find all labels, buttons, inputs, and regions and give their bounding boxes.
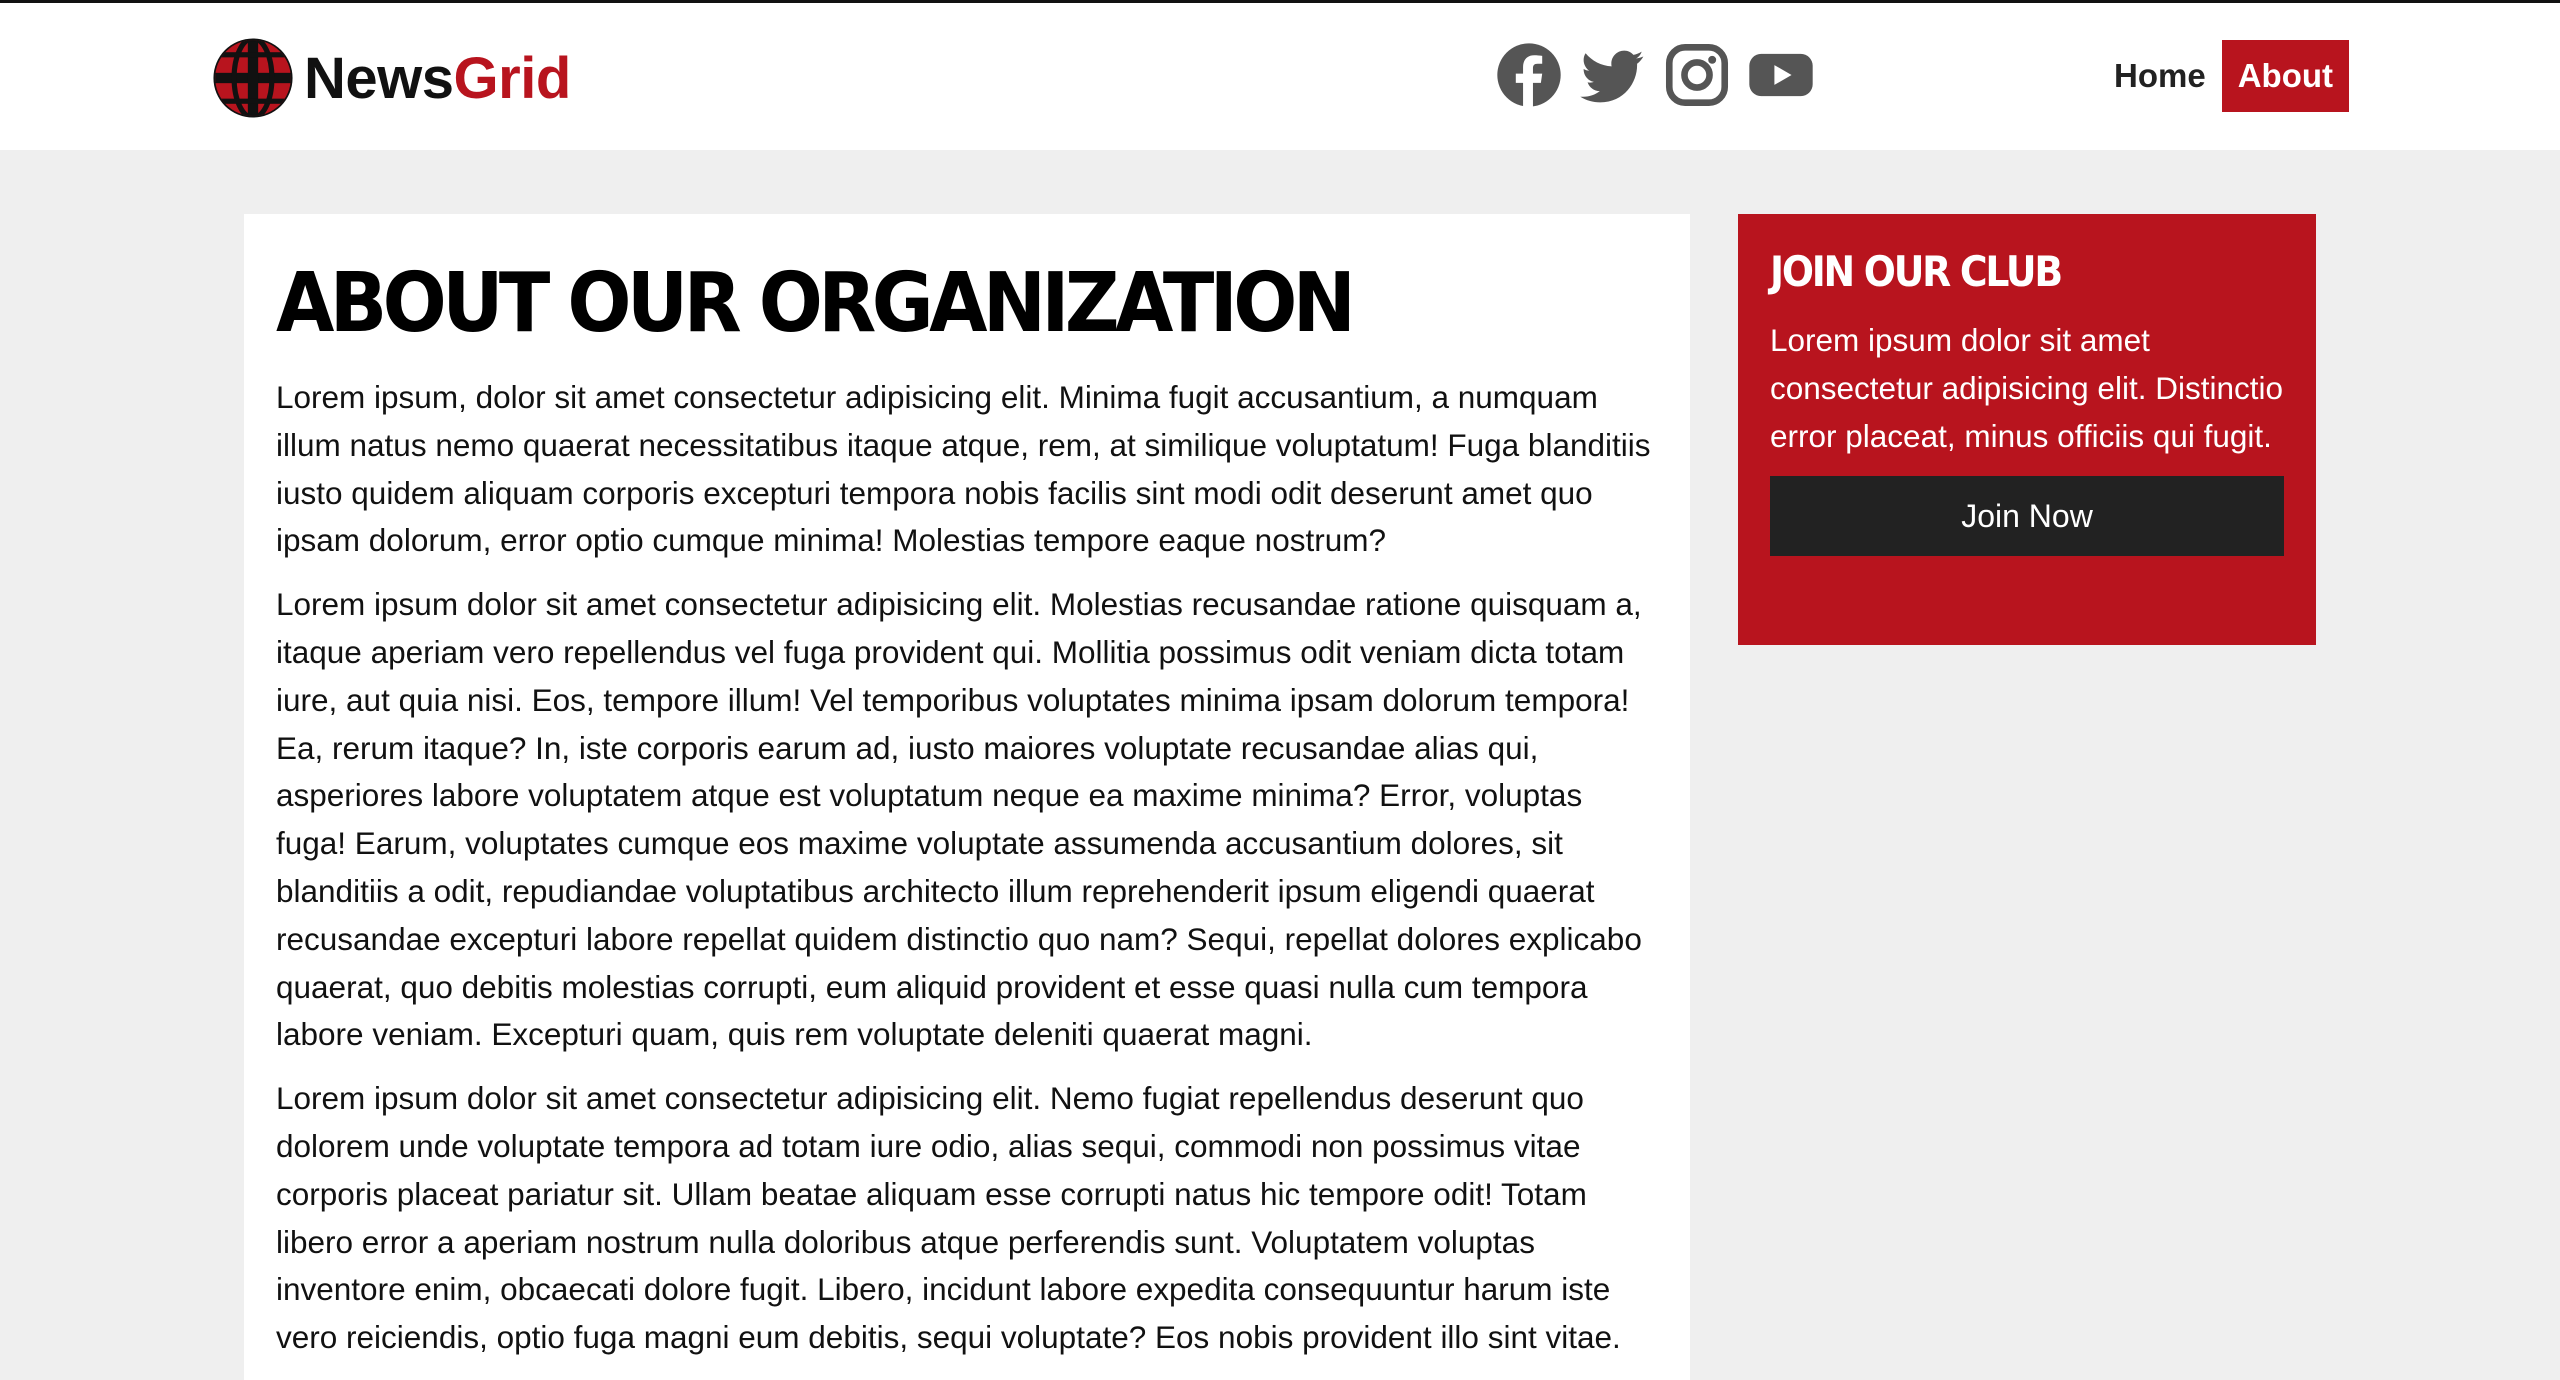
youtube-icon[interactable] — [1748, 42, 1814, 108]
page-title: About Our Organization — [276, 256, 1356, 351]
brand-name-part2: Grid — [453, 45, 572, 111]
site-name: NewsGrid — [304, 45, 571, 112]
twitter-icon[interactable] — [1580, 42, 1646, 108]
join-club-card: Join Our Club Lorem ipsum dolor sit amet… — [1738, 214, 2316, 645]
site-logo[interactable]: NewsGrid — [210, 33, 571, 123]
nav-about[interactable]: About — [2221, 40, 2349, 112]
article-section: About Our Organization Lorem ipsum, dolo… — [244, 214, 1690, 1380]
main-nav: Home About — [2098, 40, 2349, 112]
site-header: NewsGrid Home About — [0, 3, 2560, 150]
sidebar-text: Lorem ipsum dolor sit amet consectetur a… — [1770, 322, 2283, 454]
facebook-icon[interactable] — [1496, 42, 1562, 108]
join-now-button[interactable]: Join Now — [1770, 476, 2284, 556]
globe-icon — [213, 38, 293, 118]
nav-home[interactable]: Home — [2098, 40, 2222, 112]
instagram-icon[interactable] — [1664, 42, 1730, 108]
article-paragraph: Lorem ipsum dolor sit amet consectetur a… — [276, 586, 1642, 1053]
article-paragraph: Lorem ipsum, dolor sit amet consectetur … — [276, 379, 1651, 559]
brand-name-part1: News — [304, 45, 454, 111]
sidebar-title: Join Our Club — [1770, 247, 2063, 296]
social-links — [1496, 39, 1814, 111]
article-paragraph: Lorem ipsum dolor sit amet consectetur a… — [276, 1080, 1621, 1356]
